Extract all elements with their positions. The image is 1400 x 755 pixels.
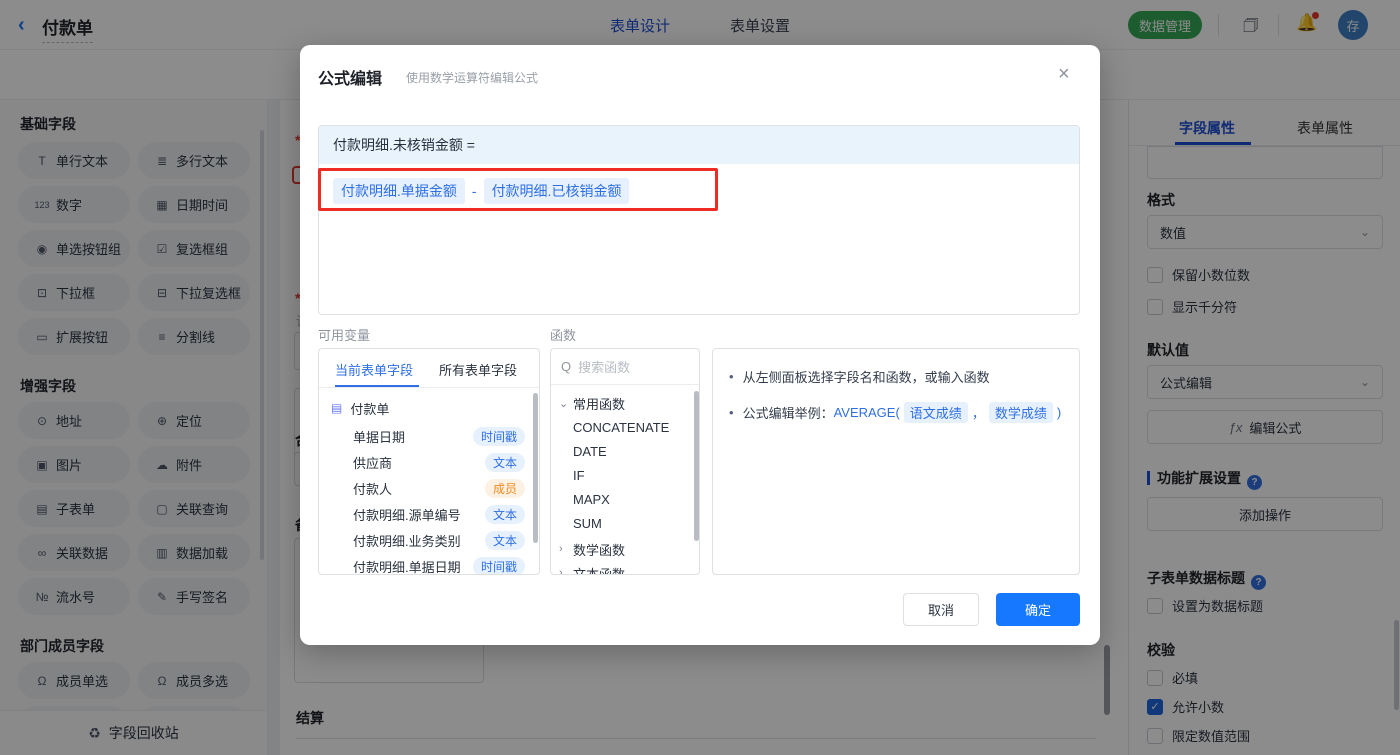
type-badge: 时间戳 xyxy=(472,556,525,574)
functions-panel: Q 搜索函数 ⌄ 常用函数 CONCATENATE DATE IF MAPX SUM… xyxy=(550,348,700,575)
divider xyxy=(319,387,539,388)
function-item[interactable]: IF xyxy=(551,463,699,487)
function-item[interactable]: CONCATENATE xyxy=(551,415,699,439)
variable-row[interactable]: 单据日期 时间戳 xyxy=(319,423,539,449)
chevron-down-icon: ⌄ xyxy=(559,397,569,410)
formula-edit-modal: 公式编辑 使用数学运算符编辑公式 × 付款明细.未核销金额 = 付款明细.单据金… xyxy=(300,45,1100,645)
variable-row[interactable]: 付款明细.源单编号 文本 xyxy=(319,501,539,527)
help-line-1: • 从左侧面板选择字段名和函数，或输入函数 xyxy=(729,369,990,385)
variable-row[interactable]: 付款明细.业务类别 文本 xyxy=(319,527,539,553)
function-item[interactable]: MAPX xyxy=(551,487,699,511)
type-badge: 文本 xyxy=(484,530,525,550)
variable-row[interactable]: 付款明细.单据日期 时间戳 xyxy=(319,553,539,574)
tree-root-form[interactable]: ▤ 付款单 xyxy=(319,395,539,421)
form-doc-icon: ▤ xyxy=(331,401,343,415)
functions-label: 函数 xyxy=(550,328,577,343)
variables-label: 可用变量 xyxy=(318,328,371,343)
search-icon: Q xyxy=(561,359,572,374)
function-item[interactable]: SUM xyxy=(551,511,699,535)
function-search-input[interactable]: Q 搜索函数 xyxy=(551,349,699,385)
type-badge: 文本 xyxy=(484,504,525,524)
function-group-common[interactable]: ⌄ 常用函数 xyxy=(551,391,699,415)
formula-target: 付款明细.未核销金额 = xyxy=(319,126,1079,164)
modal-subtitle: 使用数学运算符编辑公式 xyxy=(406,71,539,85)
help-panel: • 从左侧面板选择字段名和函数，或输入函数 • 公式编辑举例： AVERAGE(语文成… xyxy=(712,348,1080,575)
modal-title: 公式编辑 xyxy=(318,71,383,88)
variable-row[interactable]: 供应商 文本 xyxy=(319,449,539,475)
close-icon[interactable]: × xyxy=(1058,63,1070,86)
tab-all-form-fields[interactable]: 所有表单字段 xyxy=(439,360,517,379)
function-group-math[interactable]: › 数学函数 xyxy=(551,537,699,561)
annotation-red-box xyxy=(318,168,718,211)
cancel-button[interactable]: 取消 xyxy=(903,593,979,626)
example-chip: 语文成绩 xyxy=(903,402,968,423)
example-chip: 数学成绩 xyxy=(988,402,1053,423)
confirm-button[interactable]: 确定 xyxy=(996,593,1080,626)
type-badge: 成员 xyxy=(484,478,525,498)
functions-scrollbar[interactable] xyxy=(694,391,699,541)
variable-row[interactable]: 付款人 成员 xyxy=(319,475,539,501)
function-item[interactable]: DATE xyxy=(551,439,699,463)
variables-scrollbar[interactable] xyxy=(533,393,538,543)
chevron-right-icon: › xyxy=(559,543,563,555)
chevron-right-icon: › xyxy=(559,567,563,575)
help-line-2: • 公式编辑举例： AVERAGE(语文成绩，数学成绩) xyxy=(729,402,1063,423)
variables-panel: 当前表单字段 所有表单字段 ▤ 付款单 单据日期 时间戳 供应商 文本 付款人 成员 付… xyxy=(318,348,540,575)
formula-editor[interactable]: 付款明细.未核销金额 = 付款明细.单据金额 - 付款明细.已核销金额 xyxy=(318,125,1080,315)
function-group-text[interactable]: › 文本函数 xyxy=(551,561,699,575)
tab-current-form-fields[interactable]: 当前表单字段 xyxy=(335,360,413,379)
type-badge: 时间戳 xyxy=(472,426,525,446)
type-badge: 文本 xyxy=(484,452,525,472)
